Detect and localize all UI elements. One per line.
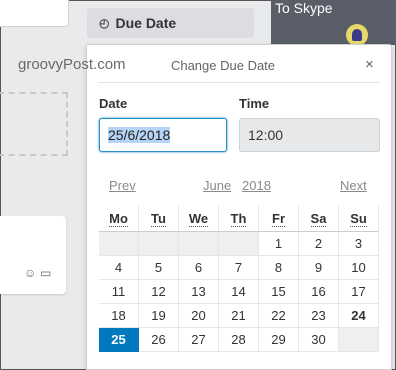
- calendar-day[interactable]: 10: [339, 256, 379, 280]
- calendar-day[interactable]: 2: [299, 232, 339, 256]
- calendar-day[interactable]: 17: [339, 280, 379, 304]
- calendar-day[interactable]: 26: [139, 328, 179, 352]
- emoji-icon[interactable]: ☺: [24, 266, 36, 280]
- weekday-header: Su: [339, 206, 379, 232]
- due-date-label: Due Date: [115, 15, 177, 31]
- calendar-empty-cell: [339, 328, 379, 352]
- calendar-day[interactable]: 6: [179, 256, 219, 280]
- date-input[interactable]: 25/6/2018: [99, 118, 227, 152]
- calendar-day[interactable]: 5: [139, 256, 179, 280]
- due-date-button[interactable]: ◴ Due Date: [87, 8, 254, 38]
- calendar-day[interactable]: 3: [339, 232, 379, 256]
- divider: [98, 82, 380, 83]
- background-card: [0, 0, 69, 27]
- calendar-day[interactable]: 8: [259, 256, 299, 280]
- calendar-day[interactable]: 18: [99, 304, 139, 328]
- prev-month-link[interactable]: Prev: [109, 178, 136, 193]
- weekday-header: Sa: [299, 206, 339, 232]
- clock-icon: ◴: [99, 16, 110, 30]
- date-label: Date: [99, 96, 128, 111]
- weekday-header: Mo: [99, 206, 139, 232]
- next-month-link[interactable]: Next: [340, 178, 367, 193]
- avatar[interactable]: [346, 24, 368, 46]
- year-link[interactable]: 2018: [242, 178, 271, 193]
- calendar-day[interactable]: 19: [139, 304, 179, 328]
- calendar-day[interactable]: 24: [339, 304, 379, 328]
- calendar-empty-cell: [219, 232, 259, 256]
- weekday-header: Th: [219, 206, 259, 232]
- card-icon[interactable]: ▭: [40, 266, 51, 280]
- calendar-day[interactable]: 12: [139, 280, 179, 304]
- calendar-day[interactable]: 25: [99, 328, 139, 352]
- calendar-day[interactable]: 9: [299, 256, 339, 280]
- calendar-day[interactable]: 14: [219, 280, 259, 304]
- calendar-day[interactable]: 21: [219, 304, 259, 328]
- calendar-day[interactable]: 13: [179, 280, 219, 304]
- calendar-day[interactable]: 7: [219, 256, 259, 280]
- calendar-day[interactable]: 22: [259, 304, 299, 328]
- calendar-day[interactable]: 27: [179, 328, 219, 352]
- time-input[interactable]: 12:00: [239, 118, 380, 152]
- calendar-day[interactable]: 1: [259, 232, 299, 256]
- month-link[interactable]: June: [203, 178, 231, 193]
- calendar-empty-cell: [179, 232, 219, 256]
- time-label: Time: [239, 96, 270, 111]
- background-comment-box: ☺ ▭: [0, 216, 66, 294]
- calendar-empty-cell: [99, 232, 139, 256]
- list-header-strip: To Skype: [271, 0, 396, 45]
- calendar-day[interactable]: 29: [259, 328, 299, 352]
- weekday-header: Tu: [139, 206, 179, 232]
- calendar-day[interactable]: 20: [179, 304, 219, 328]
- background-drop-zone: [0, 92, 68, 156]
- calendar-day[interactable]: 30: [299, 328, 339, 352]
- calendar-day[interactable]: 28: [219, 328, 259, 352]
- popover-title: Change Due Date: [170, 58, 276, 73]
- calendar-day[interactable]: 23: [299, 304, 339, 328]
- weekday-header: Fr: [259, 206, 299, 232]
- calendar-empty-cell: [139, 232, 179, 256]
- close-icon[interactable]: ×: [365, 56, 374, 73]
- calendar-day[interactable]: 15: [259, 280, 299, 304]
- calendar-day[interactable]: 4: [99, 256, 139, 280]
- calendar-day[interactable]: 11: [99, 280, 139, 304]
- list-text: To Skype: [275, 0, 333, 16]
- weekday-header: We: [179, 206, 219, 232]
- calendar-day[interactable]: 16: [299, 280, 339, 304]
